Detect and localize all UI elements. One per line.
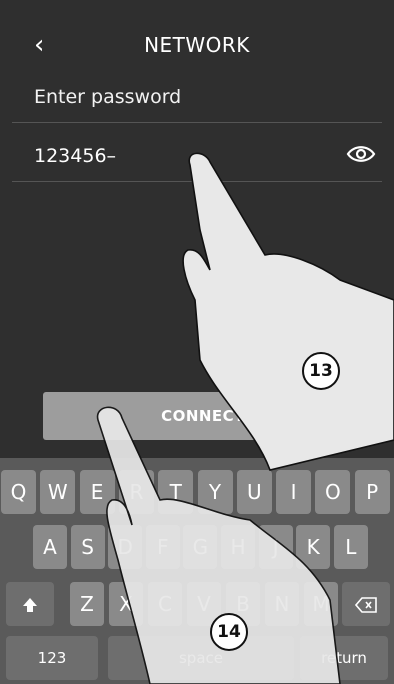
callout-13: 13 [302,352,340,390]
callout-14: 14 [210,613,248,651]
pointing-hand-upper [182,152,394,471]
hand-illustration [96,152,394,684]
